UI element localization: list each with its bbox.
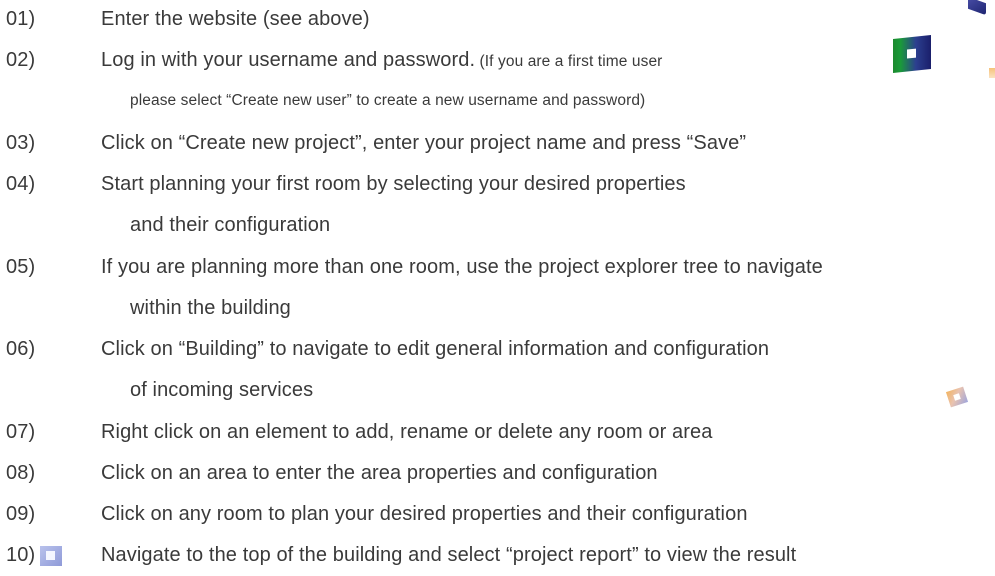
step-number: 02): [6, 49, 36, 71]
step-text: Enter the website (see above): [101, 8, 370, 30]
step-number: 06): [6, 338, 36, 360]
step-number: 01): [6, 8, 36, 30]
step-number: 05): [6, 256, 36, 278]
step-text: Log in with your username and password. …: [101, 48, 662, 74]
step-number: 04): [6, 173, 36, 195]
navy-corner-decoration: [968, 0, 986, 16]
step-text: Right click on an element to add, rename…: [101, 421, 713, 443]
pastel-square-decoration: [945, 386, 969, 408]
step-number: 08): [6, 462, 36, 484]
step-text-note: please select “Create new user” to creat…: [130, 92, 646, 109]
step-text: Click on any room to plan your desired p…: [101, 503, 748, 525]
step-text: and their configuration: [130, 214, 331, 236]
step-text-note: (If you are a first time user: [475, 53, 663, 70]
step-text: of incoming services: [130, 379, 314, 401]
step-text: within the building: [130, 297, 291, 319]
step-number: 07): [6, 421, 36, 443]
step-text: Click on “Create new project”, enter you…: [101, 132, 747, 154]
step-text: Navigate to the top of the building and …: [101, 544, 797, 566]
step-text: Click on “Building” to navigate to edit …: [101, 338, 770, 360]
step-number: 10): [6, 544, 36, 566]
step-number: 03): [6, 132, 36, 154]
blue-square-decoration: [40, 546, 62, 566]
orange-edge-decoration: [989, 68, 995, 78]
step-text: Start planning your first room by select…: [101, 173, 686, 195]
step-number: 09): [6, 503, 36, 525]
step-text: Click on an area to enter the area prope…: [101, 462, 658, 484]
step-text-main: Log in with your username and password.: [101, 49, 476, 71]
green-square-decoration: [893, 35, 931, 73]
step-text: If you are planning more than one room, …: [101, 256, 823, 278]
